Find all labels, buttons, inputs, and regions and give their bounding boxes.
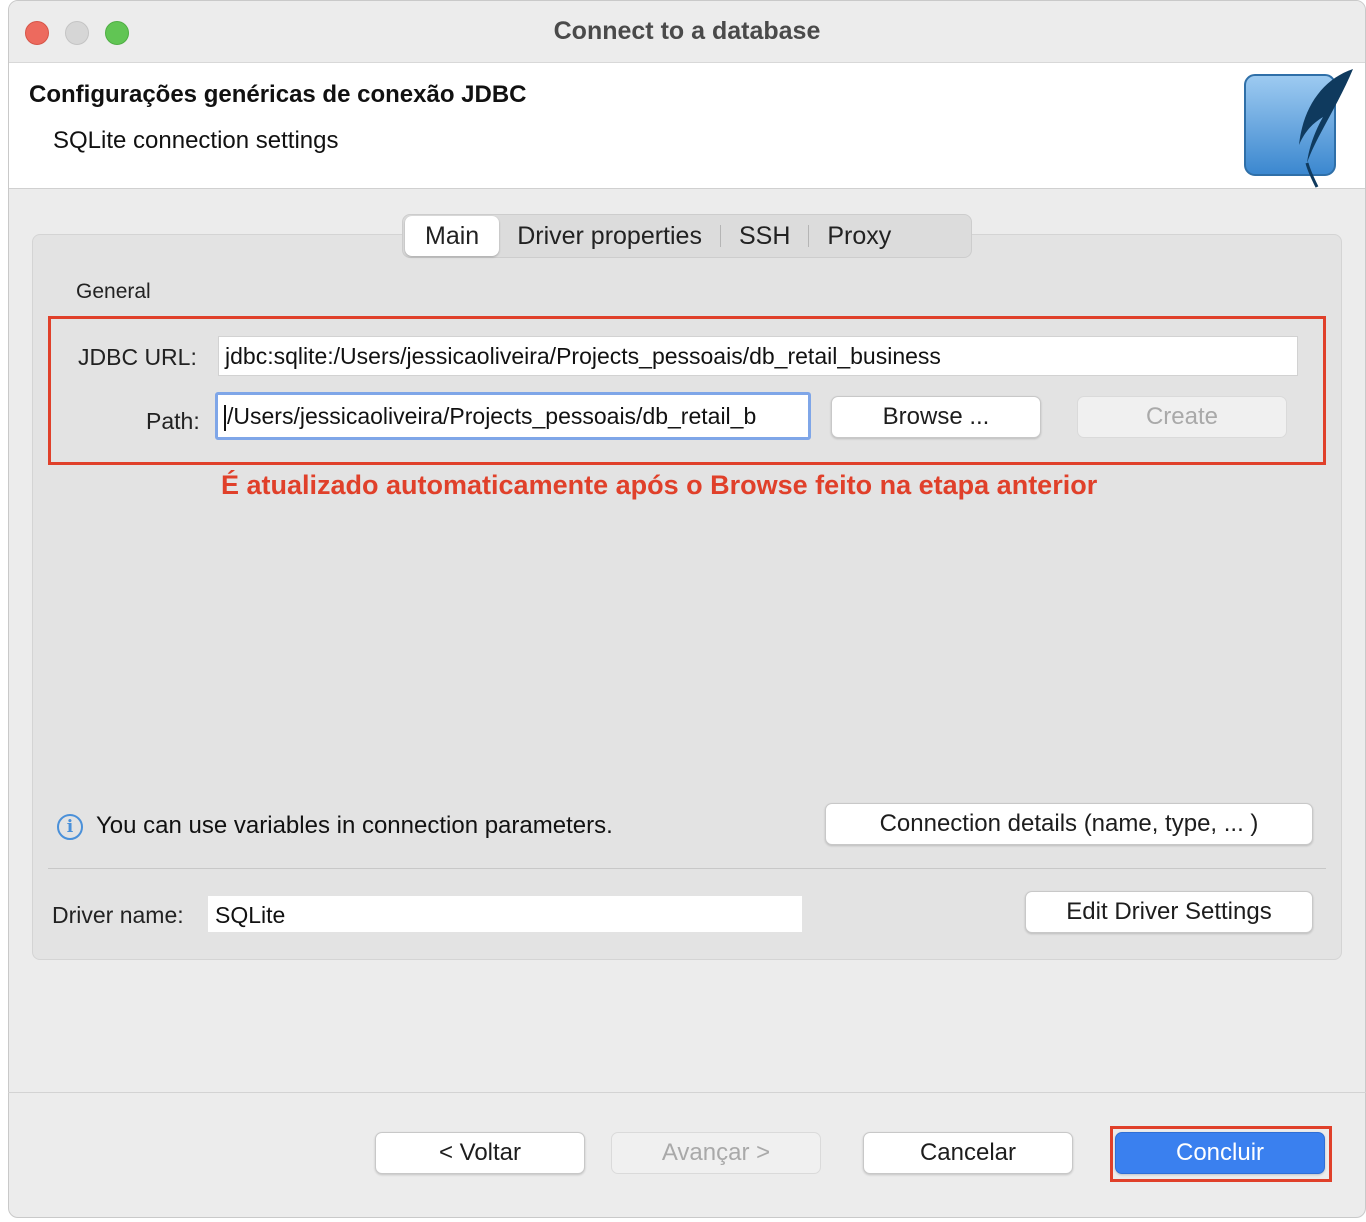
jdbc-url-label: JDBC URL: <box>78 344 197 370</box>
variables-hint: You can use variables in connection para… <box>96 812 613 839</box>
back-button[interactable]: < Voltar <box>375 1132 585 1174</box>
path-label: Path: <box>146 408 200 434</box>
sqlite-feather-icon <box>1244 69 1353 188</box>
text-caret <box>224 404 226 431</box>
window-title: Connect to a database <box>553 17 821 45</box>
title-bar: Connect to a database <box>9 1 1365 63</box>
page-title: Configurações genéricas de conexão JDBC <box>29 81 527 108</box>
general-section-label: General <box>76 280 151 303</box>
tab-bar: Main Driver properties SSH Proxy <box>402 214 972 258</box>
jdbc-url-field[interactable]: jdbc:sqlite:/Users/jessicaoliveira/Proje… <box>218 336 1298 376</box>
tab-driver-properties[interactable]: Driver properties <box>499 216 720 256</box>
create-button[interactable]: Create <box>1077 396 1287 438</box>
driver-name-label: Driver name: <box>52 902 184 928</box>
path-field-value: /Users/jessicaoliveira/Projects_pessoais… <box>227 403 757 429</box>
info-icon: i <box>57 814 83 840</box>
cancel-button[interactable]: Cancelar <box>863 1132 1073 1174</box>
next-button[interactable]: Avançar > <box>611 1132 821 1174</box>
footer-separator <box>8 1092 1366 1093</box>
annotation-text: É atualizado automaticamente após o Brow… <box>221 470 1098 500</box>
wizard-header: Configurações genéricas de conexão JDBC … <box>9 63 1365 189</box>
browse-button[interactable]: Browse ... <box>831 396 1041 438</box>
path-field[interactable]: /Users/jessicaoliveira/Projects_pessoais… <box>215 392 811 440</box>
section-divider <box>48 868 1326 869</box>
page-subtitle: SQLite connection settings <box>53 127 339 154</box>
tab-proxy[interactable]: Proxy <box>809 216 909 256</box>
highlight-box-finish <box>1110 1126 1332 1182</box>
connection-details-button[interactable]: Connection details (name, type, ... ) <box>825 803 1313 845</box>
tab-ssh[interactable]: SSH <box>721 216 808 256</box>
edit-driver-settings-button[interactable]: Edit Driver Settings <box>1025 891 1313 933</box>
driver-name-field[interactable]: SQLite <box>208 896 802 932</box>
tab-main[interactable]: Main <box>405 216 500 256</box>
